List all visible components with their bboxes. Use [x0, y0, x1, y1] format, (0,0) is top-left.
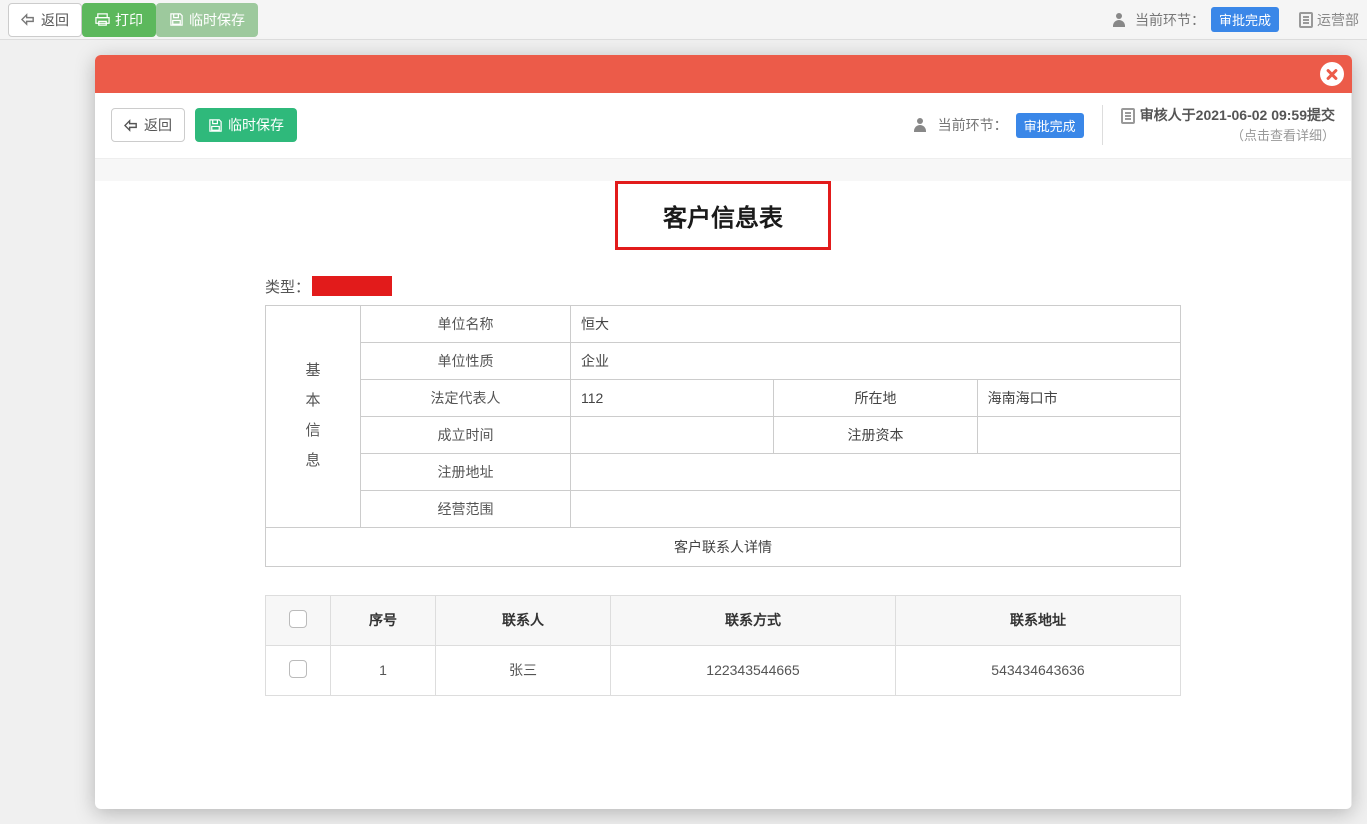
row-name: 张三	[436, 645, 611, 695]
contacts-header-row: 序号 联系人 联系方式 联系地址	[266, 595, 1181, 645]
printer-icon	[95, 12, 110, 27]
label-location: 所在地	[774, 379, 977, 416]
type-row: 类型：	[265, 276, 1181, 297]
doc-icon	[1121, 108, 1135, 124]
modal-stage-label: 当前环节：	[938, 115, 1008, 135]
person-icon	[1113, 13, 1129, 27]
bg-stage-label: 当前环节：	[1135, 10, 1205, 30]
label-address: 注册地址	[361, 453, 571, 490]
contacts-table: 序号 联系人 联系方式 联系地址 1 张三 122343544665	[265, 595, 1181, 696]
back-icon	[124, 118, 139, 133]
doc-icon	[1299, 12, 1313, 28]
bg-print-button[interactable]: 打印	[82, 3, 156, 37]
save-icon	[169, 12, 184, 27]
header-addr: 联系地址	[896, 595, 1181, 645]
label-scope: 经营范围	[361, 490, 571, 527]
divider	[1102, 105, 1103, 145]
contacts-section-header: 客户联系人详情	[266, 527, 1181, 566]
bg-ops-label: 运营部	[1317, 10, 1359, 30]
value-address	[571, 453, 1181, 490]
person-icon	[914, 118, 930, 132]
row-checkbox-cell	[266, 645, 331, 695]
bg-tempsave-label: 临时保存	[189, 10, 245, 30]
submit-info[interactable]: 审核人于2021-06-02 09:59提交 （点击查看详细）	[1121, 105, 1335, 146]
row-addr: 543434643636	[896, 645, 1181, 695]
select-all-checkbox[interactable]	[289, 610, 307, 628]
header-name: 联系人	[436, 595, 611, 645]
header-checkbox-cell	[266, 595, 331, 645]
submit-hint: （点击查看详细）	[1121, 126, 1335, 146]
value-legal-rep: 112	[571, 379, 774, 416]
value-scope	[571, 490, 1181, 527]
close-button[interactable]	[1320, 62, 1344, 86]
modal-body: 返回 临时保存 当前环节： 审批完成 审核人于2021-06-02 09:59提…	[95, 93, 1352, 809]
bg-print-label: 打印	[115, 10, 143, 30]
bg-toolbar: 返回 打印 临时保存 当前环节： 审批完成 运营部	[0, 0, 1367, 40]
modal-toolbar: 返回 临时保存 当前环节： 审批完成 审核人于2021-06-02 09:59提…	[95, 93, 1351, 159]
submit-text: 审核人于2021-06-02 09:59提交	[1140, 105, 1335, 126]
page-title: 客户信息表	[615, 181, 831, 250]
type-value-redacted	[312, 276, 392, 296]
bg-back-label: 返回	[41, 10, 69, 30]
modal-tempsave-label: 临时保存	[228, 115, 284, 135]
row-checkbox[interactable]	[289, 660, 307, 678]
modal-header	[95, 55, 1352, 93]
bg-stage-badge: 审批完成	[1211, 7, 1279, 32]
label-org-nature: 单位性质	[361, 342, 571, 379]
value-capital	[977, 416, 1180, 453]
label-founded: 成立时间	[361, 416, 571, 453]
value-founded	[571, 416, 774, 453]
label-org-name: 单位名称	[361, 305, 571, 342]
row-phone: 122343544665	[611, 645, 896, 695]
value-org-name: 恒大	[571, 305, 1181, 342]
gray-band	[95, 159, 1351, 181]
value-org-nature: 企业	[571, 342, 1181, 379]
row-num: 1	[331, 645, 436, 695]
label-capital: 注册资本	[774, 416, 977, 453]
content-area: 客户信息表 类型： 基 本 信 息 单位名称 恒大 单位性质 企业 法定代表人	[95, 181, 1351, 736]
bg-tempsave-button[interactable]: 临时保存	[156, 3, 258, 37]
save-icon	[208, 118, 223, 133]
type-label: 类型：	[265, 276, 310, 297]
basic-info-section-label: 基 本 信 息	[266, 305, 361, 527]
value-location: 海南海口市	[977, 379, 1180, 416]
back-icon	[21, 12, 36, 27]
bg-back-button[interactable]: 返回	[8, 3, 82, 37]
modal-stage-badge: 审批完成	[1016, 113, 1084, 138]
modal-dialog: 返回 临时保存 当前环节： 审批完成 审核人于2021-06-02 09:59提…	[95, 55, 1352, 809]
bg-ops-group: 运营部	[1299, 10, 1359, 30]
modal-back-button[interactable]: 返回	[111, 108, 185, 142]
basic-info-table: 基 本 信 息 单位名称 恒大 单位性质 企业 法定代表人 112 所在地 海南…	[265, 305, 1181, 567]
modal-back-label: 返回	[144, 115, 172, 135]
table-row[interactable]: 1 张三 122343544665 543434643636	[266, 645, 1181, 695]
label-legal-rep: 法定代表人	[361, 379, 571, 416]
header-phone: 联系方式	[611, 595, 896, 645]
modal-tempsave-button[interactable]: 临时保存	[195, 108, 297, 142]
header-num: 序号	[331, 595, 436, 645]
